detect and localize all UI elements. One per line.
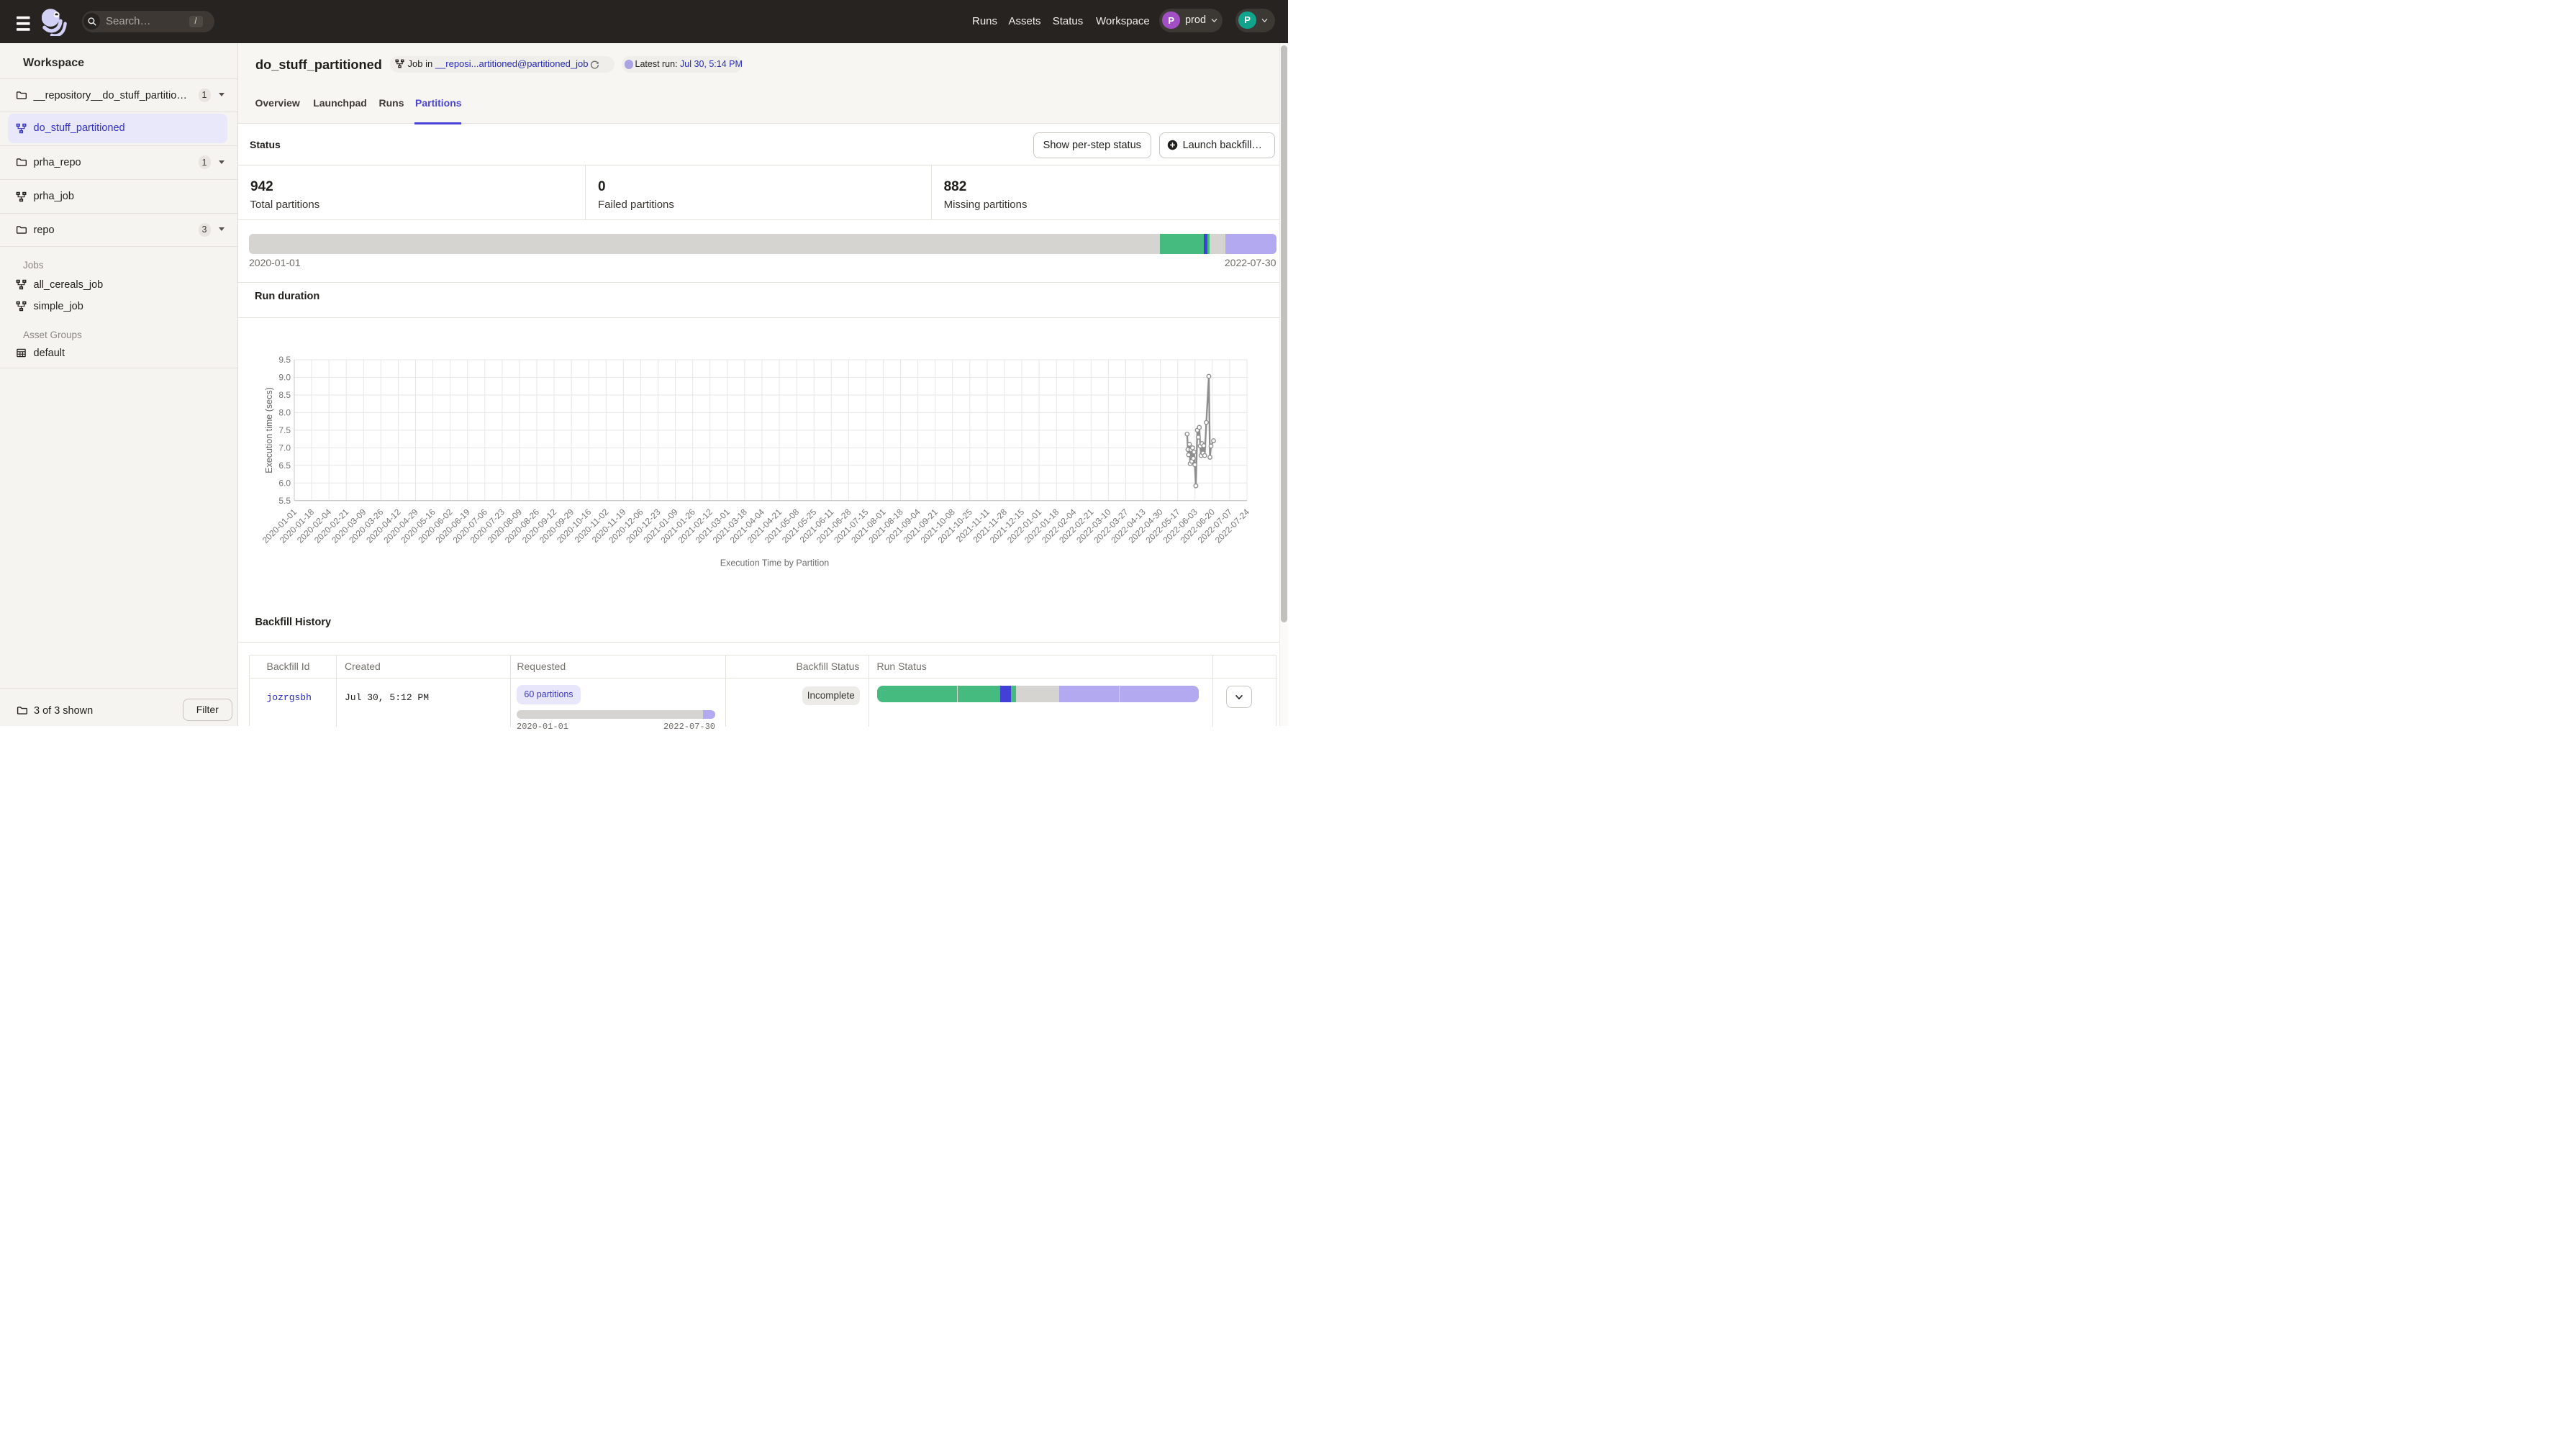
svg-text:9.0: 9.0 bbox=[278, 373, 291, 383]
svg-text:6.5: 6.5 bbox=[278, 460, 291, 471]
svg-text:7.5: 7.5 bbox=[278, 425, 291, 435]
svg-text:5.5: 5.5 bbox=[278, 496, 291, 506]
svg-text:7.0: 7.0 bbox=[278, 443, 291, 453]
svg-text:Execution Time by Partition: Execution Time by Partition bbox=[720, 558, 830, 568]
svg-text:9.5: 9.5 bbox=[278, 355, 291, 365]
svg-text:8.0: 8.0 bbox=[278, 408, 291, 418]
svg-text:Execution time (secs): Execution time (secs) bbox=[264, 387, 274, 473]
svg-text:8.5: 8.5 bbox=[278, 390, 291, 400]
svg-text:6.0: 6.0 bbox=[278, 478, 291, 488]
